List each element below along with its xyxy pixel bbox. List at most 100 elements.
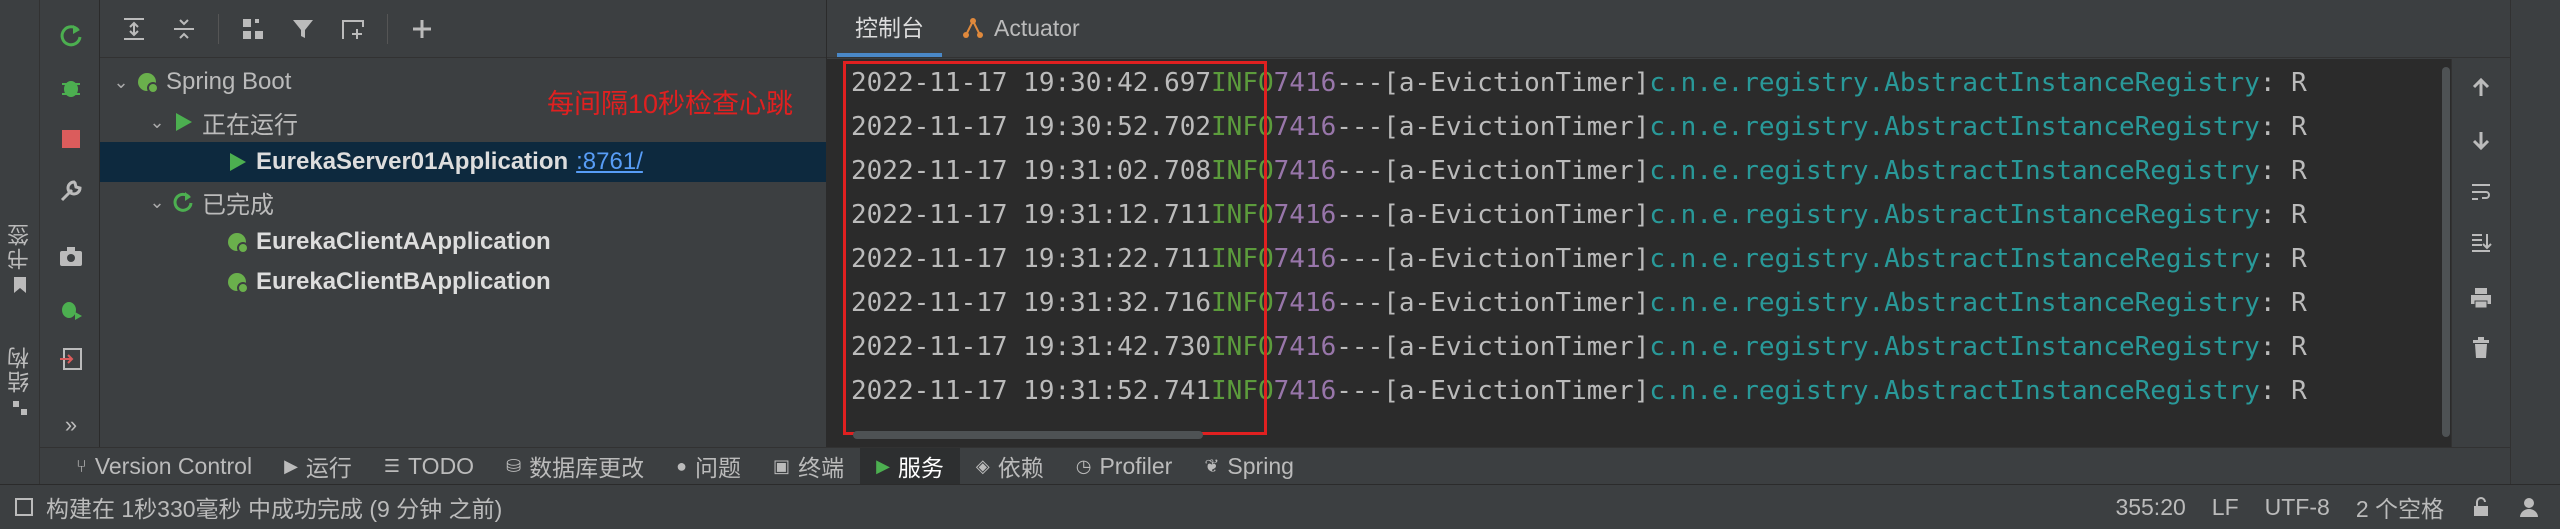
cursor-position[interactable]: 355:20 bbox=[2115, 494, 2185, 521]
bottom-tab-7[interactable]: ◈ 依赖 bbox=[960, 448, 1060, 485]
bottom-tab-label: Version Control bbox=[94, 452, 253, 479]
bottom-tab-2[interactable]: ☰ TODO bbox=[368, 448, 490, 485]
tree-node-eureka-client-b[interactable]: EurekaClientBApplication bbox=[100, 262, 826, 302]
scroll-down-button[interactable] bbox=[2464, 123, 2498, 157]
bottom-tab-label: 服务 bbox=[897, 455, 944, 481]
tab-actuator[interactable]: Actuator bbox=[942, 0, 1098, 57]
log-thread: [a-EvictionTimer] bbox=[1383, 376, 1650, 406]
bottom-tool-tabs: ⑂ Version Control ▶ 运行 ☰ TODO ⛁ 数据库更改 ● 问题 ▣ 终端 ▶ 服务 ◈… bbox=[40, 447, 2510, 485]
plus-icon bbox=[413, 19, 431, 38]
trash-icon bbox=[2473, 337, 2489, 358]
log-logger: c.n.e.registry.AbstractInstanceRegistry bbox=[1649, 288, 2260, 318]
lock-icon[interactable] bbox=[2470, 496, 2492, 518]
bottom-tab-5[interactable]: ▣ 终端 bbox=[757, 448, 860, 485]
console-side-toolbar bbox=[2451, 59, 2510, 447]
settings-wrench-button[interactable] bbox=[54, 174, 88, 208]
log-separator: --- bbox=[1336, 332, 1384, 362]
add-service-button[interactable] bbox=[400, 7, 444, 51]
file-encoding[interactable]: UTF-8 bbox=[2265, 494, 2330, 521]
bookmark-icon bbox=[14, 277, 26, 293]
filter-button[interactable] bbox=[281, 7, 325, 51]
collapse-all-icon bbox=[174, 18, 194, 39]
log-separator: --- bbox=[1336, 376, 1384, 406]
tree-node-label: EurekaClientAApplication bbox=[256, 228, 551, 255]
expand-all-button[interactable] bbox=[112, 7, 156, 51]
horizontal-scrollbar[interactable] bbox=[853, 431, 1203, 439]
chevron-down-icon: ⌄ bbox=[113, 71, 129, 92]
expand-all-icon bbox=[124, 17, 144, 40]
bookmarks-tool-button[interactable]: 书签 bbox=[6, 222, 34, 294]
highlight-box bbox=[843, 61, 1267, 435]
log-pid: 7416 bbox=[1273, 68, 1337, 98]
bottom-tab-0[interactable]: ⑂ Version Control bbox=[60, 448, 268, 485]
problems-icon: ● bbox=[676, 455, 688, 476]
log-pid: 7416 bbox=[1273, 332, 1337, 362]
console-output[interactable]: 2022-11-17 19:30:42.697 INFO 7416 --- [a… bbox=[827, 59, 2451, 447]
tool-window-toggle-icon[interactable] bbox=[14, 497, 34, 517]
attach-button[interactable] bbox=[54, 342, 88, 376]
rerun-button[interactable] bbox=[54, 18, 88, 52]
open-in-tab-icon bbox=[342, 19, 364, 39]
indent-setting[interactable]: 2 个空格 bbox=[2356, 490, 2444, 524]
group-by-button[interactable] bbox=[231, 7, 275, 51]
new-tab-button[interactable] bbox=[331, 7, 375, 51]
log-thread: [a-EvictionTimer] bbox=[1383, 200, 1650, 230]
bottom-tab-label: 运行 bbox=[305, 455, 352, 481]
log-message: : R bbox=[2259, 244, 2307, 274]
structure-tool-button[interactable]: 结构 bbox=[6, 345, 34, 417]
log-separator: --- bbox=[1336, 112, 1384, 142]
scroll-to-end-button[interactable] bbox=[2464, 225, 2498, 259]
debug-run-button[interactable] bbox=[54, 292, 88, 326]
user-icon[interactable] bbox=[2518, 496, 2540, 518]
tree-toolbar bbox=[100, 0, 826, 58]
spring-icon: ❦ bbox=[1204, 455, 1220, 476]
bottom-tab-3[interactable]: ⛁ 数据库更改 bbox=[490, 448, 660, 485]
log-thread: [a-EvictionTimer] bbox=[1383, 68, 1650, 98]
tree-node-eureka-client-a[interactable]: EurekaClientAApplication bbox=[100, 222, 826, 262]
vertical-scrollbar[interactable] bbox=[2441, 59, 2451, 447]
bottom-tab-label: 终端 bbox=[798, 455, 845, 481]
scroll-up-button[interactable] bbox=[2464, 71, 2498, 105]
log-message: : R bbox=[2259, 376, 2307, 406]
bottom-tab-8[interactable]: ◷ Profiler bbox=[1060, 448, 1189, 485]
bottom-tab-label: TODO bbox=[408, 452, 475, 479]
bottom-tab-label: Spring bbox=[1227, 452, 1294, 479]
soft-wrap-button[interactable] bbox=[2464, 175, 2498, 209]
stop-button[interactable] bbox=[54, 122, 88, 156]
debug-button[interactable] bbox=[54, 70, 88, 104]
tab-console[interactable]: 控制台 bbox=[837, 0, 942, 57]
more-actions-button[interactable]: » bbox=[54, 408, 88, 442]
camera-icon bbox=[60, 247, 82, 266]
tab-label: Actuator bbox=[994, 14, 1080, 41]
structure-icon bbox=[13, 401, 27, 415]
spring-boot-icon bbox=[132, 67, 162, 97]
bottom-tab-4[interactable]: ● 问题 bbox=[660, 448, 757, 485]
bottom-tab-6[interactable]: ▶ 服务 bbox=[860, 447, 960, 485]
toolbar-separator bbox=[218, 13, 219, 44]
terminal-icon: ▣ bbox=[773, 455, 791, 476]
annotation-text: 每间隔10秒检查心跳 bbox=[547, 89, 794, 119]
port-link[interactable]: :8761/ bbox=[576, 148, 643, 176]
log-separator: --- bbox=[1336, 288, 1384, 318]
clear-all-button[interactable] bbox=[2464, 331, 2498, 365]
log-thread: [a-EvictionTimer] bbox=[1383, 288, 1650, 318]
log-message: : R bbox=[2259, 156, 2307, 186]
scroll-thumb[interactable] bbox=[2442, 67, 2450, 437]
log-separator: --- bbox=[1336, 156, 1384, 186]
log-pid: 7416 bbox=[1273, 244, 1337, 274]
chevron-down-icon: ⌄ bbox=[149, 111, 165, 132]
print-button[interactable] bbox=[2464, 281, 2498, 315]
chevron-right-double-icon: » bbox=[64, 412, 78, 437]
log-message: : R bbox=[2259, 288, 2307, 318]
snapshot-button[interactable] bbox=[54, 240, 88, 274]
line-separator[interactable]: LF bbox=[2212, 494, 2239, 521]
version-control-icon: ⑂ bbox=[76, 455, 87, 476]
status-message[interactable]: 构建在 1秒330毫秒 中成功完成 (9 分钟 之前) bbox=[46, 490, 502, 524]
tree-node-eureka-server[interactable]: EurekaServer01Application :8761/ bbox=[100, 142, 826, 182]
bottom-tab-9[interactable]: ❦ Spring bbox=[1188, 448, 1310, 485]
print-icon bbox=[2471, 288, 2491, 309]
collapse-all-button[interactable] bbox=[162, 7, 206, 51]
log-thread: [a-EvictionTimer] bbox=[1383, 244, 1650, 274]
bottom-tab-1[interactable]: ▶ 运行 bbox=[268, 448, 368, 485]
tree-node-finished[interactable]: ⌄ 已完成 bbox=[100, 182, 826, 222]
